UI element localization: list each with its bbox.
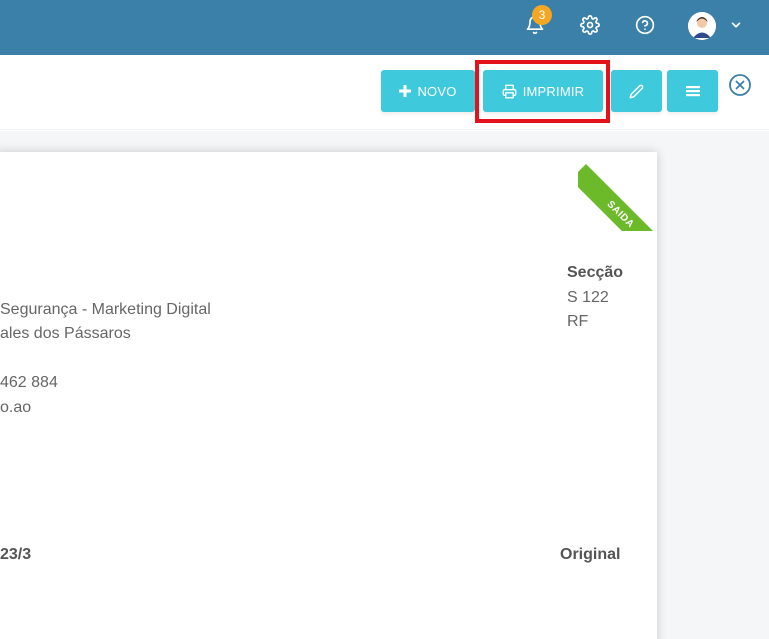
status-ribbon-label: SAIDA [578,164,663,231]
section-value-1: S 122 [567,289,609,306]
chevron-down-icon [731,22,741,28]
plus-icon [399,85,412,97]
user-menu-toggle[interactable] [729,18,743,37]
avatar-icon [688,12,716,40]
gear-icon [580,15,600,35]
close-circle-icon [729,74,751,96]
status-ribbon: SAIDA [578,146,663,231]
edit-button[interactable] [611,70,662,112]
help-button[interactable] [630,10,660,40]
pencil-icon [629,84,644,98]
print-button-highlight [475,60,610,123]
more-options-button[interactable] [667,70,718,112]
section-value-2: RF [567,313,589,330]
user-avatar[interactable] [688,12,716,40]
top-navbar: 3 [0,0,769,55]
address-line-2: ales dos Pássaros [0,325,131,342]
help-circle-icon [635,15,655,35]
document-number: 23/3 [0,546,32,563]
section-label: Secção [567,264,624,281]
new-button[interactable]: NOVO [381,70,475,112]
settings-button[interactable] [575,10,605,40]
email-address: o.ao [0,399,32,416]
notification-badge: 3 [532,5,552,25]
phone-number: 462 884 [0,374,58,391]
address-line-1: Segurança - Marketing Digital [0,301,211,318]
new-button-label: NOVO [417,83,457,99]
close-button[interactable] [728,73,752,97]
document-preview [0,152,657,639]
copy-type: Original [560,546,621,563]
menu-icon [685,86,700,97]
